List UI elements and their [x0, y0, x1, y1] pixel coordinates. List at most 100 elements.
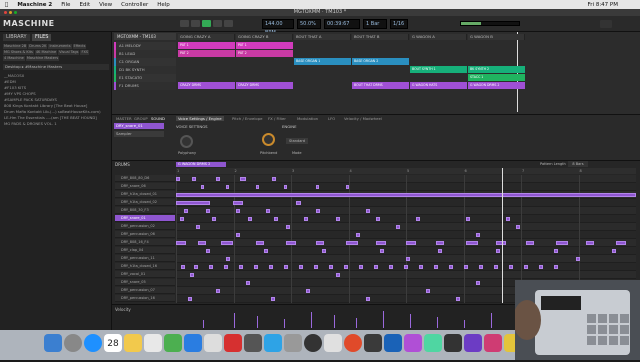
note[interactable]	[284, 185, 287, 189]
note[interactable]	[380, 249, 384, 253]
note[interactable]	[176, 177, 180, 181]
launchpad-icon[interactable]	[64, 334, 82, 352]
app-icon[interactable]	[244, 334, 262, 352]
note[interactable]	[359, 265, 363, 269]
tab-sound[interactable]: SOUND	[149, 116, 167, 121]
note[interactable]	[316, 185, 319, 189]
sound-row[interactable]: DRY_h1ta_closed_16	[115, 263, 175, 270]
facetime-icon[interactable]	[184, 334, 202, 352]
finder-icon[interactable]	[44, 334, 62, 352]
note[interactable]	[374, 265, 378, 269]
note[interactable]	[226, 185, 229, 189]
plugin-slot[interactable]: Sampler	[114, 131, 164, 137]
note[interactable]	[496, 241, 506, 245]
note[interactable]	[226, 257, 230, 261]
scene-header[interactable]: G WAGON A	[410, 34, 467, 40]
folder-item[interactable]: #MY VPS CHOPS	[4, 91, 36, 96]
grid-display[interactable]: 1/16	[390, 19, 408, 29]
pitchbend-knob[interactable]	[262, 133, 275, 146]
note[interactable]	[416, 217, 420, 221]
velocity-bar[interactable]	[284, 319, 285, 328]
note[interactable]	[494, 265, 498, 269]
note[interactable]	[236, 233, 240, 237]
pattern-clip[interactable]: PAT 1	[236, 42, 293, 49]
sound-row[interactable]: DRY_percussion_06	[115, 231, 175, 238]
scene-header[interactable]: BOUT THAT B	[352, 34, 409, 40]
pattern-selector[interactable]: G WAGON DRMS 2	[176, 162, 226, 167]
note[interactable]	[254, 265, 258, 269]
tab-library[interactable]: LIBRARY	[3, 34, 30, 41]
group-row[interactable]: E1 STACATO	[114, 74, 176, 82]
page-tab[interactable]: Pitch / Envelope	[230, 116, 264, 121]
location-bar[interactable]: Desktop ▸ #Maschine Masters	[3, 64, 109, 70]
sound-row[interactable]: DRY_snare_06	[115, 183, 175, 190]
note[interactable]	[306, 289, 310, 293]
pattern-clip[interactable]: PAT 1	[178, 42, 235, 49]
note[interactable]	[176, 193, 636, 197]
pattern-clip[interactable]: G WAGON HATS	[410, 82, 467, 89]
velocity-bar[interactable]	[203, 320, 204, 328]
sound-row[interactable]: DRY_percussion_02	[115, 223, 175, 230]
page-tab[interactable]: FX / Filter	[266, 116, 288, 121]
app-icon[interactable]	[344, 334, 362, 352]
note[interactable]	[236, 209, 240, 213]
note[interactable]	[539, 265, 543, 269]
note[interactable]	[419, 265, 423, 269]
note[interactable]	[266, 209, 270, 213]
sound-row[interactable]: DRY_h1ta_closed_01	[115, 191, 175, 198]
pattern-clip[interactable]: CRAZY DRMS	[178, 82, 235, 89]
note[interactable]	[554, 265, 558, 269]
tag[interactable]: 4K Machine	[34, 50, 58, 55]
note[interactable]	[496, 249, 500, 253]
pattern-length-select[interactable]: 8 Bars	[568, 161, 588, 167]
note[interactable]	[466, 241, 478, 245]
note[interactable]	[516, 225, 520, 229]
tag[interactable]: Visual Tags	[58, 50, 80, 55]
minimize-icon[interactable]	[9, 11, 12, 14]
note[interactable]	[436, 241, 444, 245]
note[interactable]	[216, 289, 220, 293]
note[interactable]	[212, 217, 216, 221]
tag[interactable]: Drums 2K	[28, 44, 48, 49]
note[interactable]	[316, 241, 324, 245]
tab-group[interactable]: GROUP	[132, 116, 150, 121]
note[interactable]	[248, 217, 252, 221]
tag[interactable]: Effects	[72, 44, 87, 49]
note[interactable]	[206, 209, 210, 213]
note[interactable]	[586, 241, 594, 245]
note[interactable]	[209, 265, 213, 269]
note[interactable]	[426, 289, 430, 293]
tag[interactable]: FXS	[80, 50, 90, 55]
note[interactable]	[344, 265, 348, 269]
note[interactable]	[336, 217, 340, 221]
note[interactable]	[524, 265, 528, 269]
note[interactable]	[612, 249, 616, 253]
pattern-clip[interactable]: BASE ORGAN 2	[352, 58, 409, 65]
pattern-clip[interactable]: BK SYNTH 2	[468, 66, 525, 73]
note[interactable]	[198, 241, 206, 245]
sound-row[interactable]: DRY_percussion_07	[115, 287, 175, 294]
tempo-display[interactable]: 144.00 BPM	[262, 19, 294, 36]
group-row[interactable]: B1 LEAD	[114, 50, 176, 58]
velocity-bar[interactable]	[333, 315, 335, 328]
velocity-bar[interactable]	[383, 311, 384, 328]
notes-icon[interactable]	[124, 334, 142, 352]
tab-files[interactable]: FILES	[32, 34, 52, 41]
messages-icon[interactable]	[164, 334, 182, 352]
logic-icon[interactable]	[304, 334, 322, 352]
note[interactable]	[194, 265, 198, 269]
metronome-button[interactable]	[224, 20, 233, 27]
group-row[interactable]: F1 DRUMS	[114, 82, 176, 90]
pattern-clip[interactable]: CRAZY DRMS	[236, 82, 293, 89]
scene-header[interactable]: GOING CRAZY A	[178, 34, 235, 40]
sound-row[interactable]: DRY_808_30_F3	[115, 207, 175, 214]
note[interactable]	[206, 249, 210, 253]
serato-icon[interactable]	[224, 334, 242, 352]
note[interactable]	[188, 297, 192, 301]
timeline-ruler[interactable]: 1 2 3 4 5 6 7 8	[176, 168, 636, 174]
note[interactable]	[438, 249, 442, 253]
velocity-bar[interactable]	[311, 312, 312, 328]
record-button[interactable]	[213, 20, 222, 27]
polyphony-knob[interactable]	[180, 135, 193, 148]
note[interactable]	[466, 217, 470, 221]
